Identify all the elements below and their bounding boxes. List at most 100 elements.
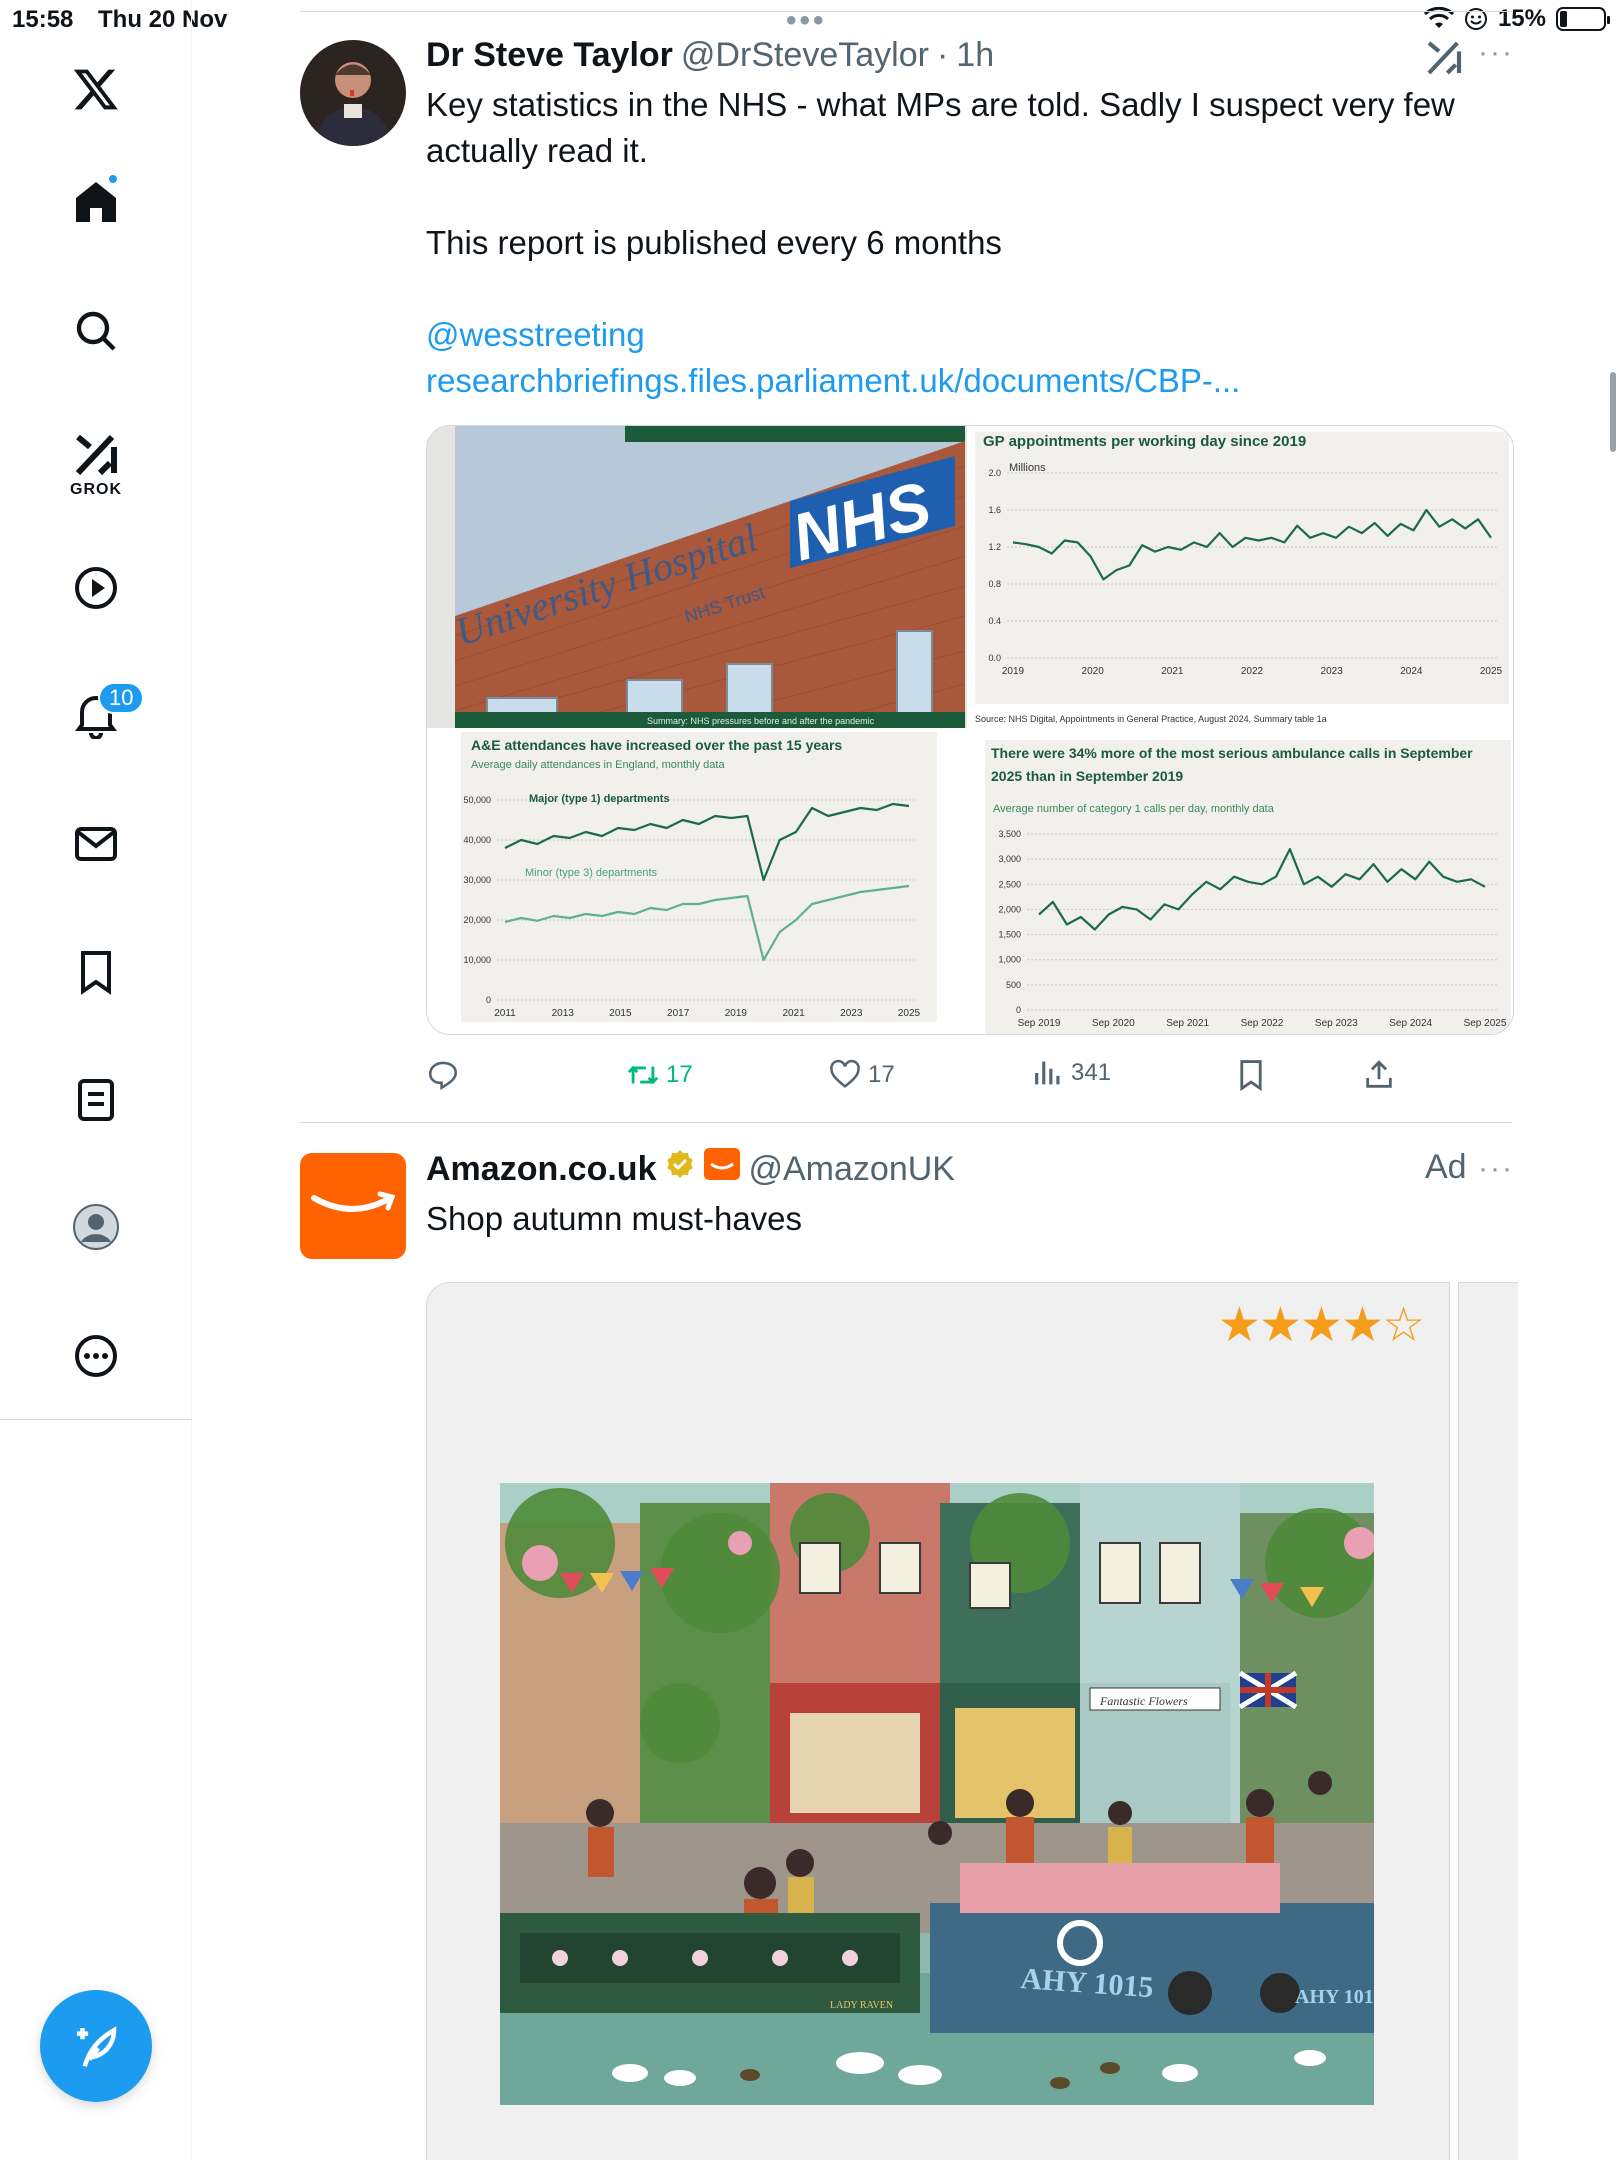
- y-tick-label: 1.6: [988, 505, 1001, 515]
- ad-header: Amazon.co.uk @AmazonUK: [426, 1148, 955, 1189]
- retweet-button[interactable]: 17: [626, 1058, 693, 1092]
- advertiser-name[interactable]: Amazon.co.uk: [426, 1150, 656, 1189]
- x-logo-icon[interactable]: [0, 44, 192, 134]
- reply-button[interactable]: [426, 1058, 460, 1092]
- x-tick-label: Sep 2021: [1166, 1018, 1209, 1029]
- multitask-dots-icon[interactable]: •••: [786, 4, 827, 38]
- hospital-photo[interactable]: NHS University Hospital NHS Trust Summar…: [427, 426, 967, 728]
- photo-caption: Summary: NHS pressures before and after …: [647, 716, 875, 726]
- nav-more[interactable]: [0, 1311, 192, 1401]
- y-tick-label: 3,500: [998, 829, 1021, 839]
- post-media-grid[interactable]: NHS University Hospital NHS Trust Summar…: [426, 425, 1514, 1035]
- nav-lists[interactable]: [0, 1055, 192, 1145]
- y-tick-label: 2,000: [998, 904, 1021, 914]
- y-axis-label: Millions: [1009, 462, 1046, 474]
- nav-explore[interactable]: [0, 286, 192, 376]
- scrollbar[interactable]: [1610, 372, 1616, 452]
- sidebar: GROK 10: [0, 0, 192, 2160]
- amazon-avatar[interactable]: [300, 1153, 406, 1259]
- nav-messages[interactable]: [0, 799, 192, 889]
- retweet-count: 17: [666, 1061, 693, 1088]
- heart-icon: [830, 1059, 860, 1088]
- nav-home[interactable]: [0, 157, 192, 247]
- retweet-icon: [627, 1065, 659, 1085]
- x-tick-label: 2023: [1321, 666, 1344, 677]
- url-link[interactable]: researchbriefings.files.parliament.uk/do…: [426, 358, 1516, 404]
- ad-more-icon[interactable]: ···: [1478, 1152, 1514, 1186]
- legend-minor: Minor (type 3) departments: [525, 867, 658, 879]
- rating-stars: ★★★★☆: [1217, 1299, 1425, 1352]
- x-tick-label: 2017: [667, 1008, 690, 1019]
- post-actions: 17 17 341: [426, 1056, 1516, 1100]
- puzzle-shop-sign: Fantastic Flowers: [1099, 1694, 1188, 1708]
- y-tick-label: 0.4: [988, 616, 1001, 626]
- author-name[interactable]: Dr Steve Taylor: [426, 36, 673, 75]
- verified-gold-icon: [667, 1150, 694, 1178]
- more-circle-icon: [75, 1335, 117, 1377]
- x-tick-label: Sep 2024: [1389, 1018, 1432, 1029]
- mail-icon: [75, 827, 117, 861]
- grok-explain-icon[interactable]: [1424, 38, 1464, 78]
- y-tick-label: 50,000: [463, 795, 491, 805]
- x-tick-label: 2022: [1241, 666, 1264, 677]
- x-tick-label: 2019: [1002, 666, 1025, 677]
- x-tick-label: Sep 2023: [1315, 1018, 1358, 1029]
- y-tick-label: 2.0: [988, 468, 1001, 478]
- grok-icon: [75, 434, 117, 476]
- views-button[interactable]: 341: [1031, 1056, 1111, 1090]
- y-tick-label: 2,500: [998, 879, 1021, 889]
- share-button[interactable]: [1362, 1058, 1396, 1092]
- author-avatar[interactable]: [300, 40, 406, 146]
- post-header: Dr Steve Taylor @DrSteveTaylor · 1h: [426, 36, 994, 75]
- reply-icon: [428, 1061, 458, 1091]
- dot-separator: ·: [936, 36, 949, 74]
- home-icon: [76, 182, 116, 222]
- author-handle[interactable]: @DrSteveTaylor: [681, 36, 929, 75]
- x-tick-label: Sep 2020: [1092, 1018, 1135, 1029]
- ad-carousel-card[interactable]: ★★★★☆ Fantastic Flowers LADY RAVEN AHY 1…: [426, 1282, 1450, 2160]
- ad-label: Ad: [1425, 1148, 1467, 1186]
- sidebar-divider: [0, 1419, 192, 1420]
- mention-link[interactable]: @wesstreeting: [426, 312, 1516, 358]
- nav-notifications[interactable]: 10: [0, 670, 192, 760]
- x-tick-label: 2021: [782, 1008, 805, 1019]
- grok-label: GROK: [70, 481, 122, 498]
- bookmark-button[interactable]: [1234, 1058, 1268, 1092]
- battery-percent: 15%: [1497, 5, 1546, 32]
- x-tick-label: 2015: [609, 1008, 632, 1019]
- bookmark-icon: [81, 951, 111, 995]
- nav-grok[interactable]: GROK: [0, 420, 192, 510]
- advertiser-handle[interactable]: @AmazonUK: [748, 1150, 954, 1189]
- x-tick-label: Sep 2019: [1018, 1018, 1061, 1029]
- nav-bookmarks[interactable]: [0, 927, 192, 1017]
- search-icon: [76, 311, 116, 351]
- ambulance-calls-chart[interactable]: There were 34% more of the most serious …: [967, 728, 1514, 1035]
- list-icon: [78, 1079, 114, 1121]
- nav-video[interactable]: [0, 543, 192, 633]
- gp-appointments-chart[interactable]: GP appointments per working day since 20…: [967, 426, 1514, 728]
- post-text-line: Key statistics in the NHS - what MPs are…: [426, 86, 1455, 123]
- jigsaw-puzzle-image[interactable]: Fantastic Flowers LADY RAVEN AHY 1015 AH…: [500, 1483, 1374, 2105]
- post-more-icon[interactable]: ···: [1478, 36, 1514, 70]
- puzzle-boat-name-2: AHY 1015: [1295, 1986, 1374, 2008]
- chart-subtitle: Average daily attendances in England, mo…: [471, 759, 725, 771]
- y-tick-label: 0.0: [988, 653, 1001, 663]
- x-tick-label: 2021: [1161, 666, 1184, 677]
- like-button[interactable]: 17: [828, 1058, 895, 1092]
- post-time[interactable]: 1h: [956, 36, 994, 75]
- y-tick-label: 20,000: [463, 915, 491, 925]
- profile-avatar-icon: [73, 1204, 119, 1250]
- like-count: 17: [868, 1061, 895, 1088]
- y-tick-label: 1.2: [988, 542, 1001, 552]
- ad-carousel-next-card[interactable]: [1458, 1282, 1518, 2160]
- views-icon: [1035, 1061, 1060, 1085]
- nav-profile[interactable]: [0, 1182, 192, 1272]
- y-tick-label: 500: [1006, 980, 1021, 990]
- chart-subtitle: Average number of category 1 calls per d…: [993, 803, 1275, 815]
- ae-attendances-chart[interactable]: A&E attendances have increased over the …: [427, 728, 967, 1035]
- post-text-line: actually read it.: [426, 132, 648, 169]
- view-count: 341: [1071, 1059, 1112, 1086]
- y-tick-label: 40,000: [463, 835, 491, 845]
- compose-button[interactable]: [40, 1990, 152, 2102]
- x-tick-label: Sep 2022: [1241, 1018, 1284, 1029]
